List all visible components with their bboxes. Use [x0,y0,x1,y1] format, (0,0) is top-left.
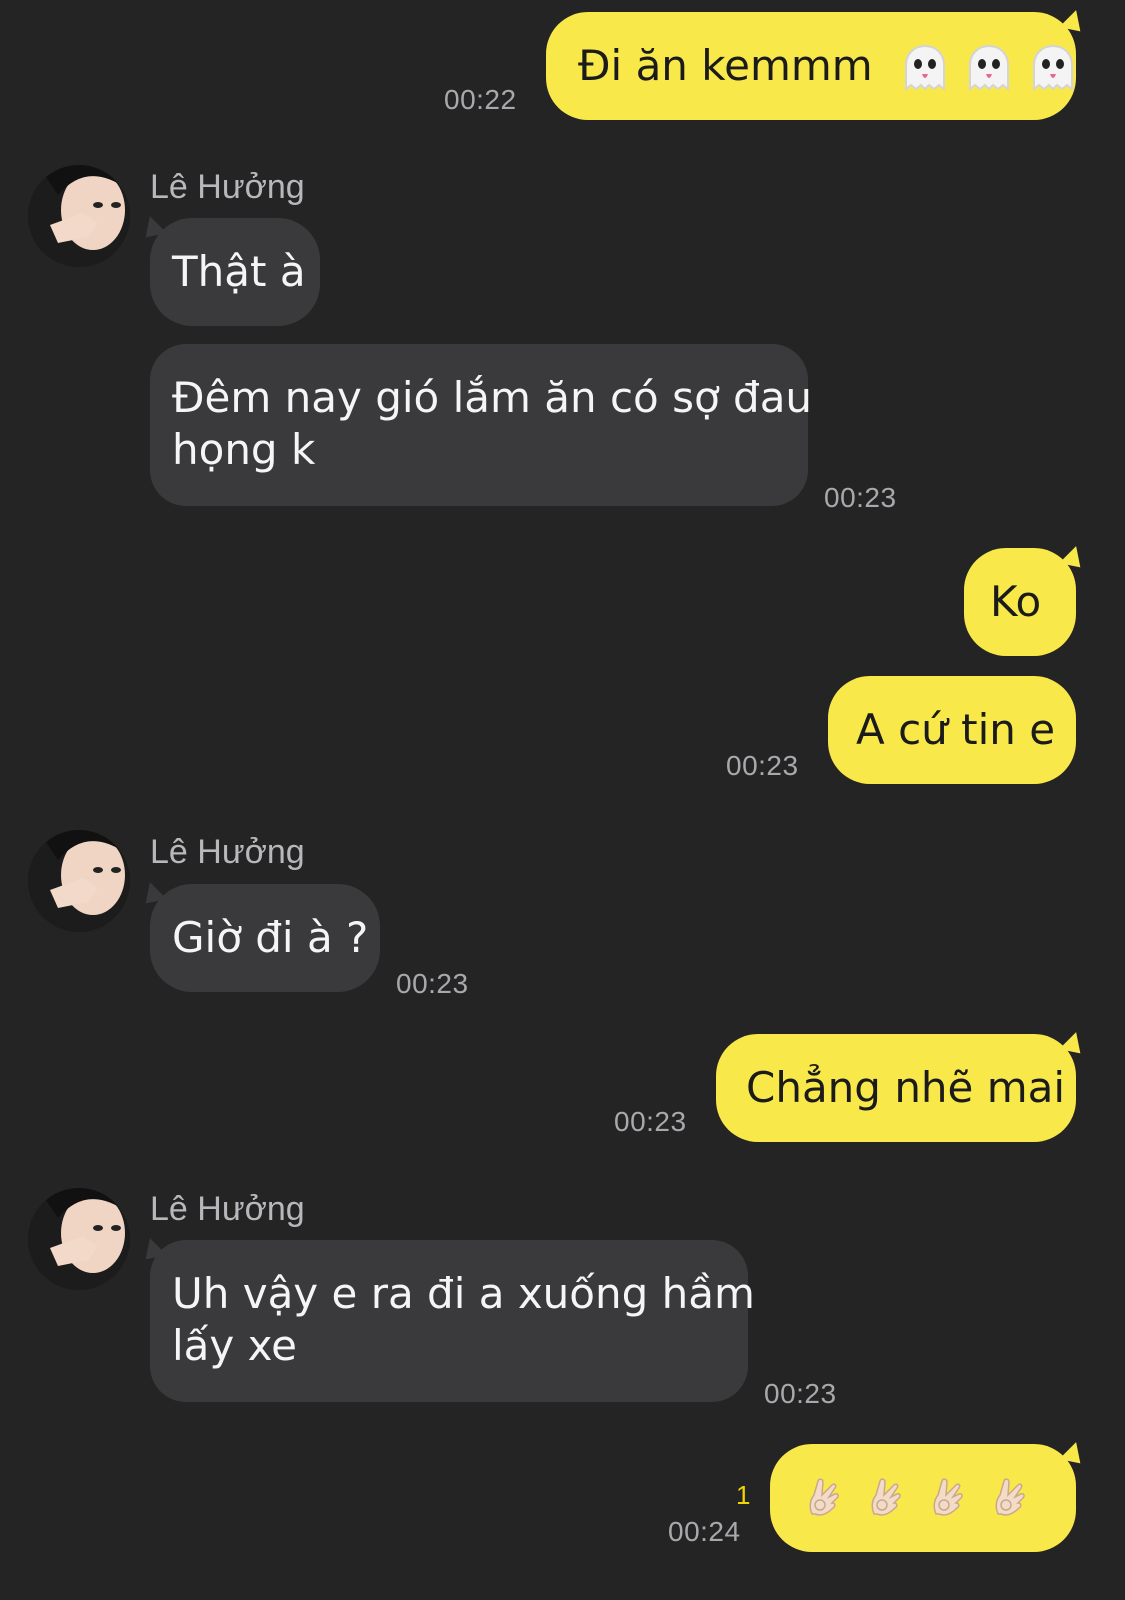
ok-hand-icon [933,1477,963,1516]
message-timestamp: 00:23 [396,968,469,999]
ghost-icon [905,44,946,91]
message-text: Thật à [172,247,306,296]
message-text-line: Uh vậy e ra đi a xuống hầm [172,1269,755,1318]
ok-hand-icon [995,1477,1025,1516]
message-text: Ko [990,577,1042,626]
message-timestamp: 00:23 [614,1106,687,1137]
my-message-bubble[interactable]: Chẳng nhẽ mai [716,1034,1076,1142]
message-text: A cứ tin e [856,705,1056,754]
message-text-line: họng k [172,425,316,474]
message-text: Chẳng nhẽ mai [746,1063,1066,1112]
my-message-bubble[interactable] [770,1444,1076,1552]
their-message-bubble[interactable]: Giờ đi à ? [150,884,380,992]
message-text-line: lấy xe [172,1321,298,1370]
avatar-photo [28,1188,130,1290]
sender-name: Lê Hưởng [150,833,305,871]
their-message-bubble[interactable]: Đêm nay gió lắm ăn có sợ đau họng k [150,344,813,506]
chat-view: 00:22 Đi ăn kemmm Lê Hưởng Thật à Đêm na… [0,0,1125,1600]
their-message-bubble[interactable]: Thật à [150,218,320,326]
message-text: Giờ đi à ? [172,913,369,962]
message-text: Đi ăn kemmm [578,41,873,90]
message-timestamp: 00:23 [764,1378,837,1409]
emoji-group [898,42,1080,96]
message-timestamp: 00:24 [668,1516,741,1547]
avatar-photo [28,830,130,932]
message-timestamp: 00:23 [726,750,799,781]
message-text-line: Đêm nay gió lắm ăn có sợ đau [172,373,813,422]
contact-avatar[interactable] [28,165,130,267]
emoji-group [800,1472,1034,1526]
ok-hand-icon [809,1477,839,1516]
unread-count: 1 [736,1480,751,1510]
ok-hand-icon [871,1477,901,1516]
sender-name: Lê Hưởng [150,168,305,206]
contact-avatar[interactable] [28,830,130,932]
their-message-bubble[interactable]: Uh vậy e ra đi a xuống hầm lấy xe [150,1240,755,1402]
avatar-photo [28,165,130,267]
message-timestamp: 00:23 [824,482,897,513]
my-message-bubble[interactable]: Đi ăn kemmm [546,12,1076,120]
ghost-icon [969,44,1010,91]
message-timestamp: 00:22 [444,84,517,115]
sender-name: Lê Hưởng [150,1190,305,1228]
my-message-bubble[interactable]: A cứ tin e [828,676,1076,784]
ghost-icon [1033,44,1074,91]
my-message-bubble[interactable]: Ko [964,548,1076,656]
contact-avatar[interactable] [28,1188,130,1290]
